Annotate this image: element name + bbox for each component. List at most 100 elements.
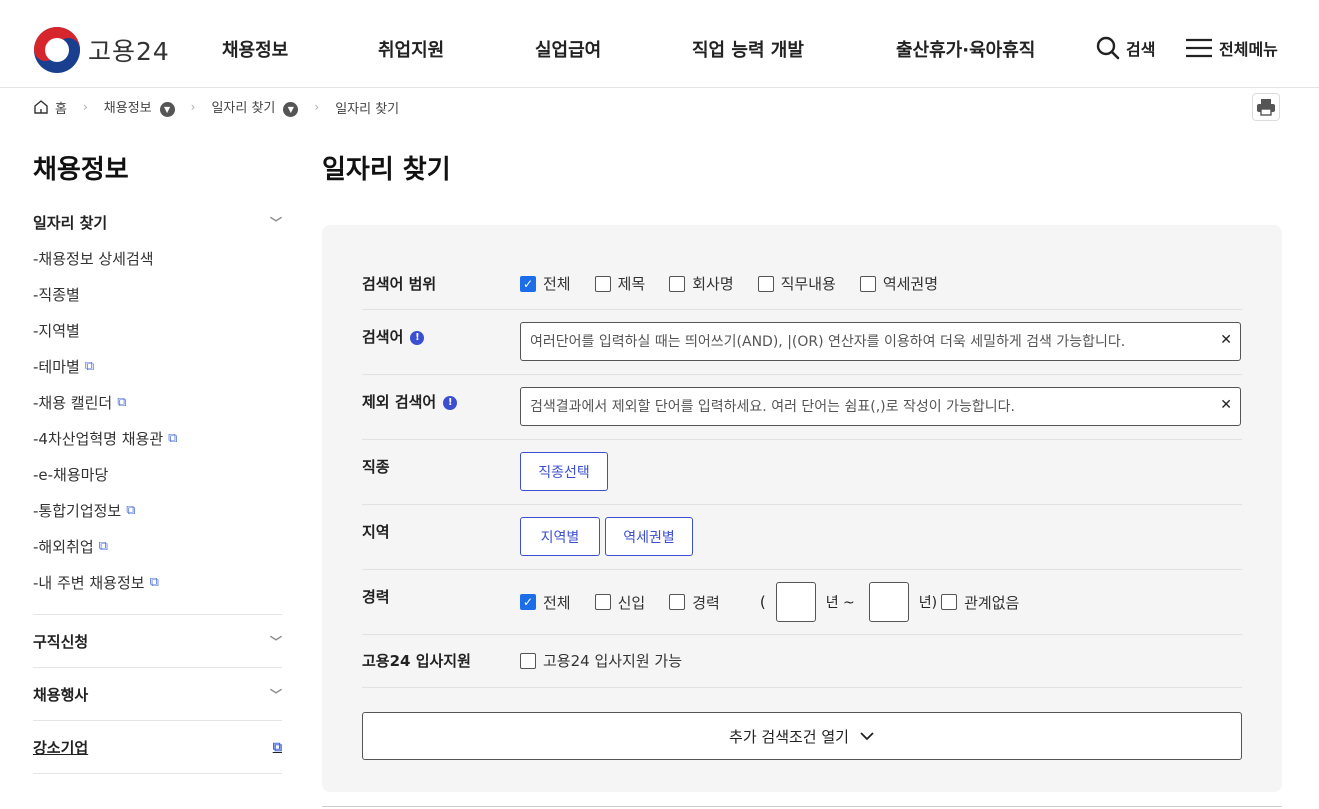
career-label: 경력 [362,588,390,606]
more-conditions-button[interactable]: 추가 검색조건 열기 [362,712,1242,760]
checkbox-icon [757,275,774,292]
scope-label: 검색어 범위 [362,275,437,293]
page-title: 일자리 찾기 [322,155,451,185]
career-option-all[interactable]: ✓ 전체 [520,592,571,613]
external-link-icon: ⧉ [168,430,178,446]
exclude-input[interactable] [521,388,1201,425]
support-options: 고용24 입사지원 가능 [520,650,706,671]
sidebar-title: 채용정보 [33,155,129,185]
career-row: 경력 ✓ 전체 신입 경력 ( 년 ~ 년) 관계없음 [362,570,1242,635]
sidebar-group-job-search[interactable]: 일자리 찾기 ﹀ [33,204,282,240]
exclude-label: 제외 검색어! [362,391,458,412]
nav-item-unemployment-benefit[interactable]: 실업급여 [535,36,601,62]
open-paren: ( [759,593,766,611]
chevron-down-icon: ﹀ [269,634,282,649]
scope-options: ✓ 전체 제목 회사명 직무내용 역세권명 [520,273,962,294]
sidebar-item-by-theme[interactable]: -테마별 ⧉ [33,348,282,384]
breadcrumb-separator: › [190,100,196,114]
sidebar-item-by-region[interactable]: -지역별 [33,312,282,348]
external-link-icon: ⧉ [84,358,95,374]
external-link-icon: ⧉ [117,394,127,410]
career-option-any[interactable]: 관계없음 [941,592,1019,613]
sidebar-item-overseas[interactable]: -해외취업 ⧉ [33,528,282,564]
print-button[interactable] [1252,93,1280,121]
breadcrumb-level1[interactable]: 채용정보 ▼ [104,97,175,117]
breadcrumb: 홈 › 채용정보 ▼ › 일자리 찾기 ▼ › 일자리 찾기 [33,97,399,117]
keyword-field: ✕ [520,322,1241,361]
sidebar-item-calendar[interactable]: -채용 캘린더 ⧉ [33,384,282,420]
dropdown-icon[interactable]: ▼ [159,102,175,117]
nav-item-vocational-training[interactable]: 직업 능력 개발 [692,36,804,62]
region-label: 지역 [362,523,390,541]
keyword-input[interactable] [521,323,1201,360]
year-to-input[interactable] [868,582,909,622]
sidebar-item-e-recruit[interactable]: -e-채용마당 [33,456,282,492]
nav-item-employment-support[interactable]: 취업지원 [378,36,444,62]
checkbox-icon [520,652,536,669]
breadcrumb-current: 일자리 찾기 [335,101,400,117]
all-menu-button[interactable]: 전체메뉴 [1185,36,1278,60]
header-search-button[interactable]: 검색 [1096,36,1155,60]
home-icon [34,100,48,114]
region-button[interactable]: 지역별 [520,517,600,556]
sidebar-item-nearby[interactable]: -내 주변 채용정보 ⧉ [33,564,282,600]
career-options: ✓ 전체 신입 경력 ( 년 ~ 년) 관계없음 [520,582,1043,622]
chevron-down-icon [860,732,874,741]
exclude-row: 제외 검색어! ✕ [362,375,1242,440]
scope-option-all[interactable]: ✓ 전체 [520,273,571,294]
support-row: 고용24 입사지원 고용24 입사지원 가능 [362,635,1242,688]
checkbox-icon [669,275,686,292]
career-option-experienced[interactable]: 경력 [669,592,720,613]
sidebar-item-detail-search[interactable]: -채용정보 상세검색 [33,240,282,276]
job-label: 직종 [362,458,390,476]
sidebar: 일자리 찾기 ﹀ -채용정보 상세검색 -직종별 -지역별 -테마별 ⧉ -채용 … [33,204,282,774]
divider [322,806,1282,807]
scope-option-company[interactable]: 회사명 [669,273,734,294]
clear-icon[interactable]: ✕ [1220,397,1232,413]
year-from-input[interactable] [775,582,816,622]
nav-item-parental-leave[interactable]: 출산휴가·육아휴직 [896,36,1035,62]
chevron-down-icon: ﹀ [269,687,282,702]
sidebar-group-job-application[interactable]: 구직신청 ﹀ [33,615,282,667]
dropdown-icon[interactable]: ▼ [283,102,299,117]
breadcrumb-level2[interactable]: 일자리 찾기 ▼ [211,97,299,117]
year-to-label: 년) [918,595,938,611]
career-option-new[interactable]: 신입 [594,592,645,613]
info-icon[interactable]: ! [443,395,458,410]
checkbox-checked-icon: ✓ [520,594,536,610]
checkbox-checked-icon: ✓ [520,275,536,292]
sidebar-group-events[interactable]: 채용행사 ﹀ [33,668,282,720]
clear-icon[interactable]: ✕ [1220,332,1232,348]
keyword-row: 검색어! ✕ [362,310,1242,375]
year-from-label: 년 ~ [825,595,855,611]
breadcrumb-separator: › [314,100,320,114]
breadcrumb-home[interactable]: 홈 [33,98,67,117]
sidebar-group-small-giant[interactable]: 강소기업 ⧉ [33,721,282,773]
site-header: 고용24 채용정보 취업지원 실업급여 직업 능력 개발 출산휴가·육아휴직 검… [0,0,1319,88]
logo[interactable]: 고용24 [34,27,170,73]
sidebar-item-4th-industry[interactable]: -4차산업혁명 채용관 ⧉ [33,420,282,456]
support-option-available[interactable]: 고용24 입사지원 가능 [520,650,682,671]
region-row: 지역 지역별 역세권별 [362,505,1242,570]
printer-icon [1257,99,1275,116]
search-form-panel: 검색어 범위 ✓전체 제목 회사명 직무내용 역세권명 검색어! ✕ 제외 검색… [322,225,1282,792]
external-link-icon: ⧉ [149,574,159,590]
chevron-down-icon: ﹀ [269,215,282,230]
checkbox-icon [594,594,611,610]
scope-option-title[interactable]: 제목 [594,273,645,294]
job-select-button[interactable]: 직종선택 [520,452,608,491]
external-link-icon: ⧉ [272,739,282,755]
info-icon[interactable]: ! [410,330,425,345]
sidebar-item-by-job[interactable]: -직종별 [33,276,282,312]
station-area-button[interactable]: 역세권별 [605,517,693,556]
menu-label: 전체메뉴 [1219,40,1278,59]
scope-option-duty[interactable]: 직무내용 [757,273,836,294]
external-link-icon: ⧉ [126,502,136,518]
checkbox-icon [859,275,876,292]
breadcrumb-separator: › [82,100,88,114]
sidebar-item-company-info[interactable]: -통합기업정보 ⧉ [33,492,282,528]
nav-item-recruit[interactable]: 채용정보 [222,36,288,62]
search-icon [1096,36,1120,60]
scope-option-station[interactable]: 역세권명 [859,273,938,294]
hamburger-icon [1186,38,1212,58]
